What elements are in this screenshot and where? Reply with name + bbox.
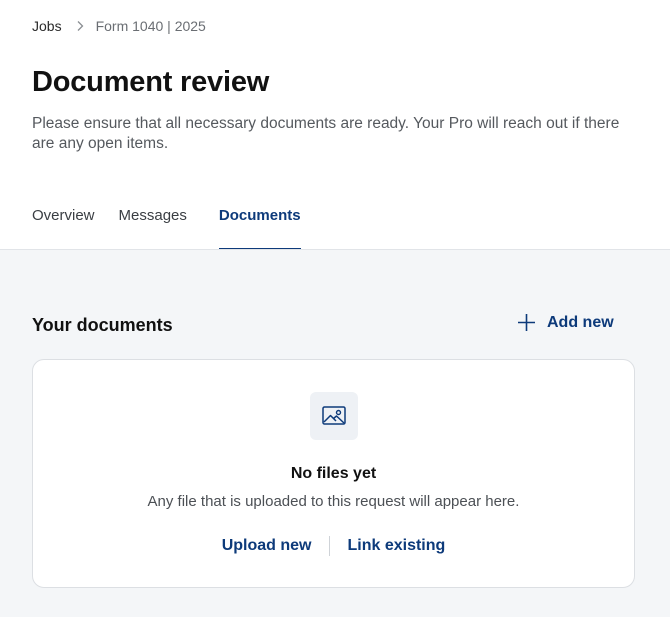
tab-messages[interactable]: Messages xyxy=(119,207,187,250)
page-header: Jobs Form 1040 | 2025 Document review Pl… xyxy=(0,0,670,250)
image-icon xyxy=(310,392,358,440)
empty-state-description: Any file that is uploaded to this reques… xyxy=(147,493,520,510)
section-title: Your documents xyxy=(32,315,173,335)
upload-new-link[interactable]: Upload new xyxy=(222,537,312,555)
plus-icon xyxy=(517,313,536,332)
tab-bar: Overview Messages Documents xyxy=(32,207,301,250)
empty-state-title: No files yet xyxy=(290,465,377,482)
breadcrumb: Jobs Form 1040 | 2025 xyxy=(32,18,206,34)
page-subtitle: Please ensure that all necessary documen… xyxy=(32,115,620,152)
documents-section: Your documents Add new No files yet Any … xyxy=(0,250,670,617)
chevron-right-icon xyxy=(72,18,88,34)
actions-divider xyxy=(329,536,331,556)
add-new-button[interactable]: Add new xyxy=(517,313,614,332)
documents-empty-card: No files yet Any file that is uploaded t… xyxy=(32,359,635,588)
breadcrumb-jobs-link[interactable]: Jobs xyxy=(32,18,62,34)
tab-documents[interactable]: Documents xyxy=(218,207,301,250)
breadcrumb-current: Form 1040 | 2025 xyxy=(95,18,206,34)
empty-state-actions: Upload new Link existing xyxy=(33,536,634,556)
page-title: Document review xyxy=(32,66,270,98)
link-existing-link[interactable]: Link existing xyxy=(347,537,445,555)
tab-overview[interactable]: Overview xyxy=(32,207,95,250)
add-new-label: Add new xyxy=(547,313,614,331)
